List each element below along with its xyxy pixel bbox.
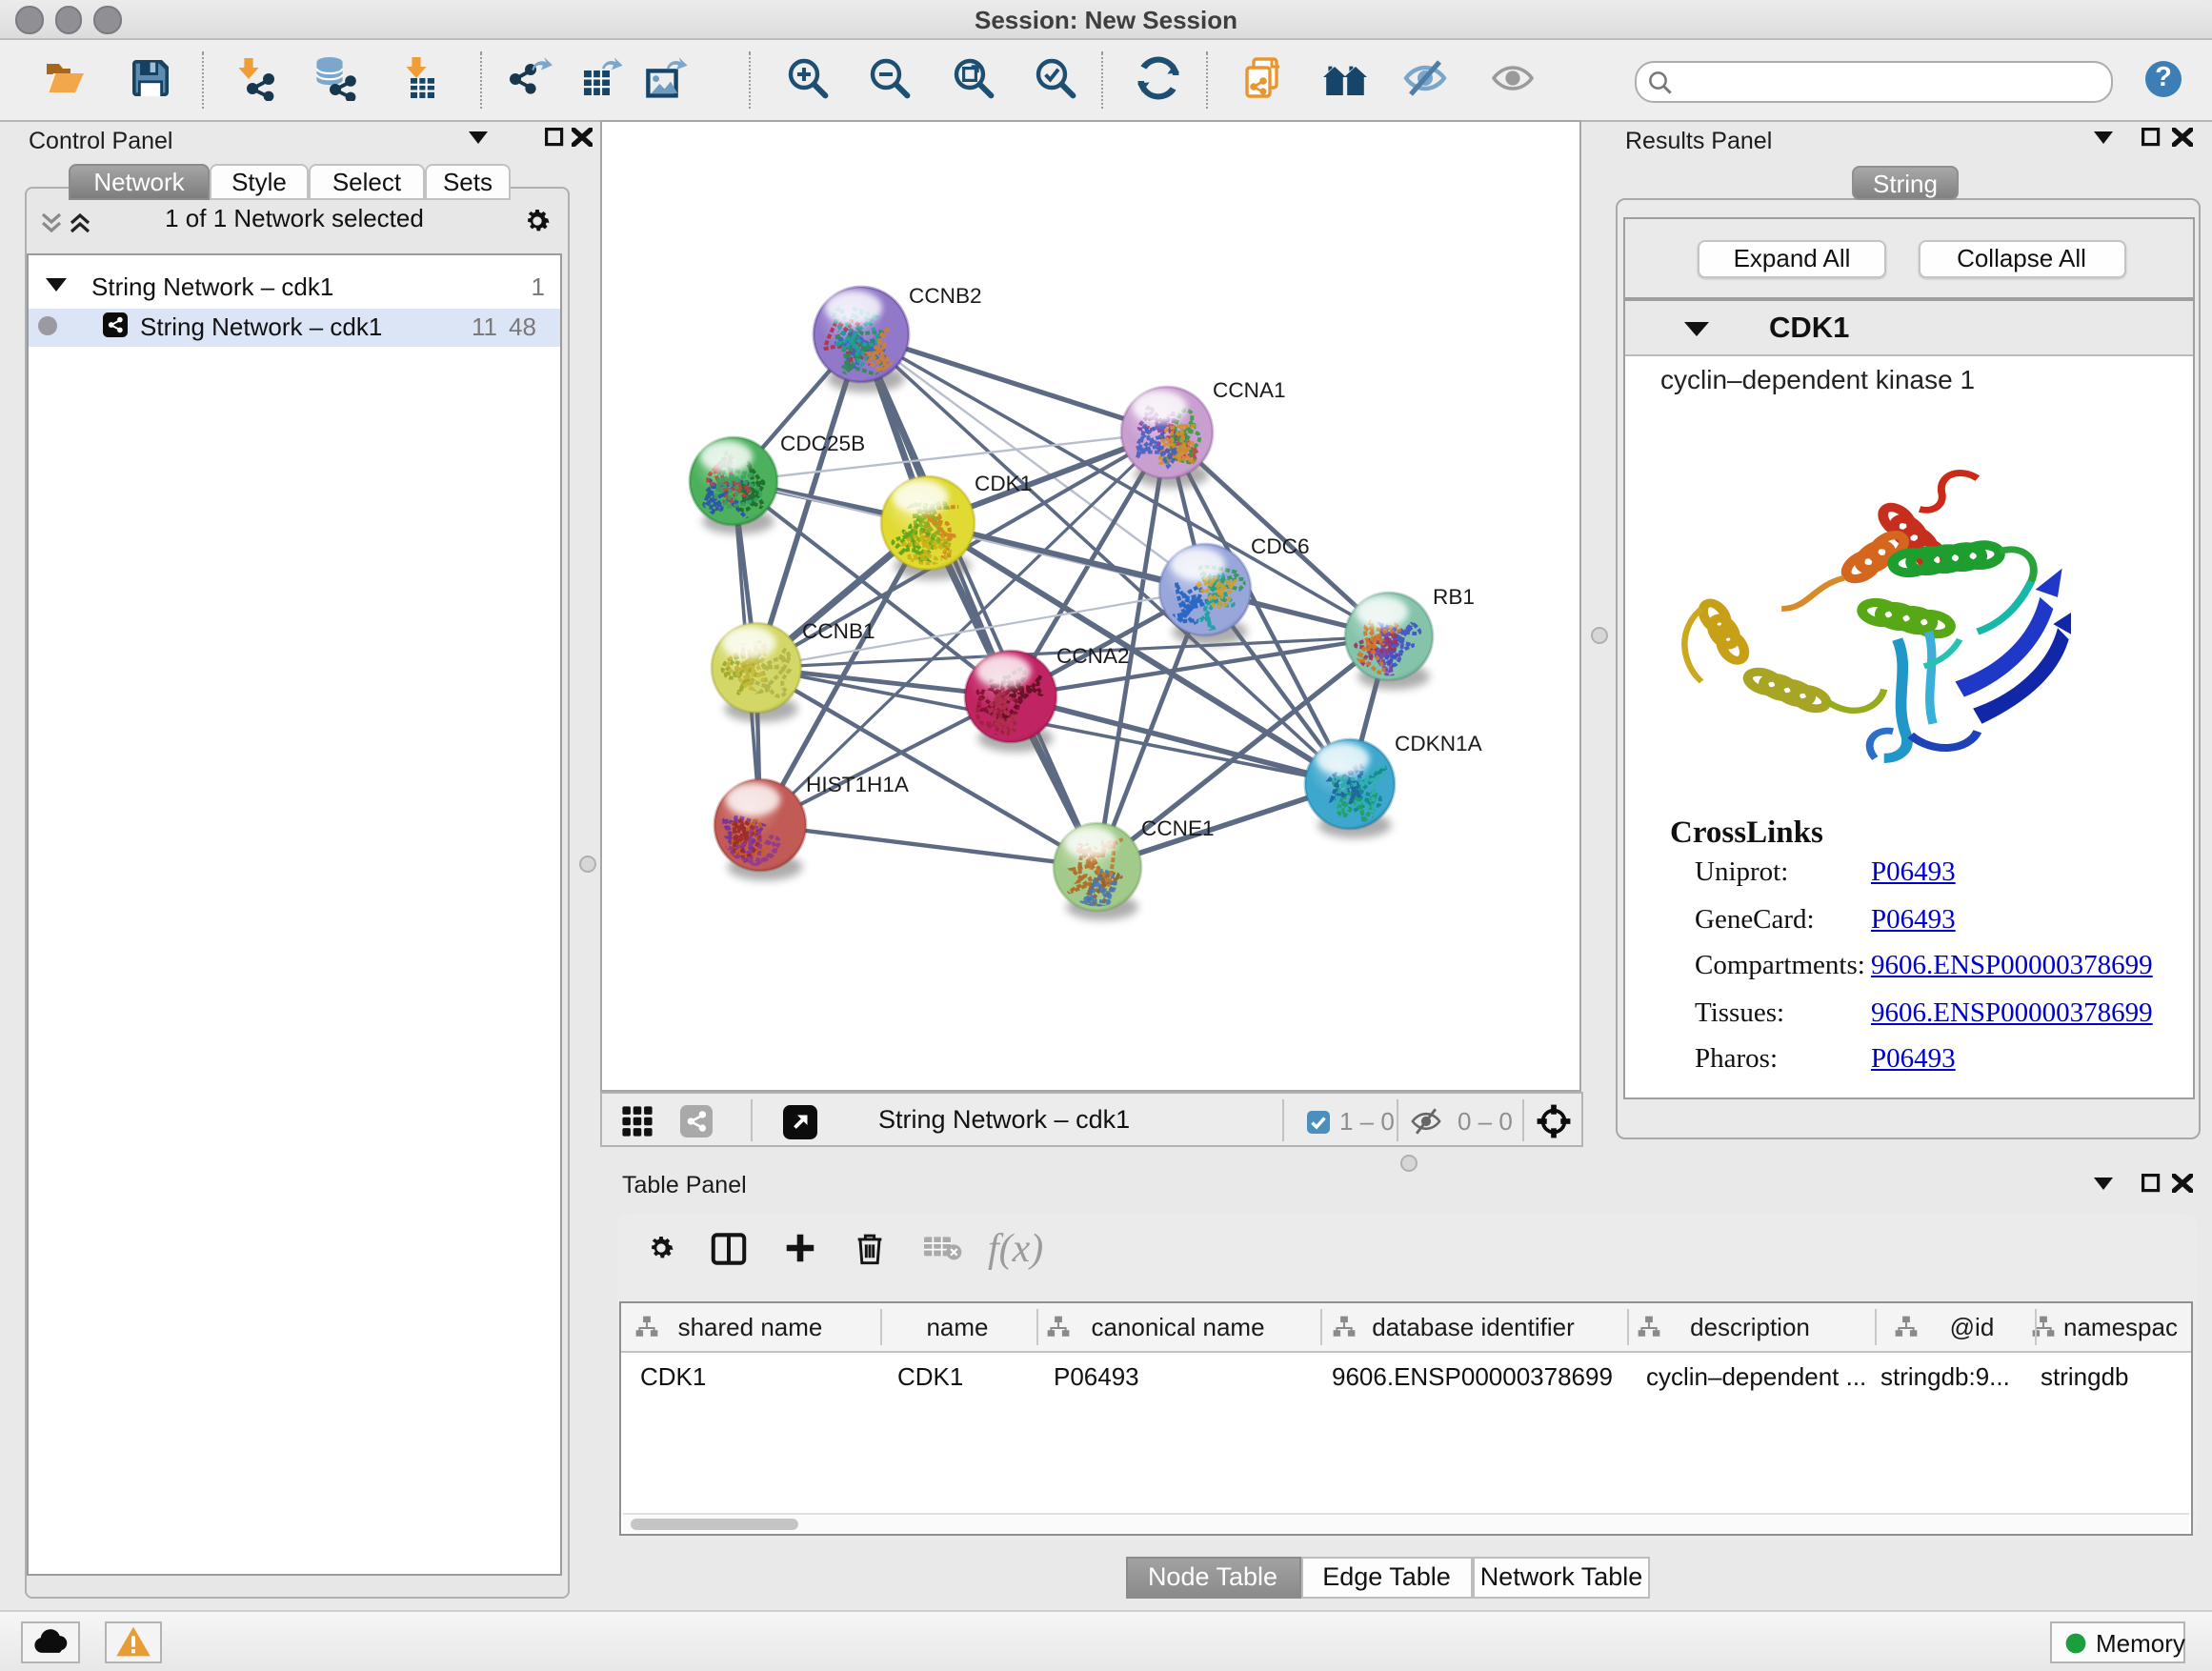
svg-text:CDKN1A: CDKN1A bbox=[1395, 732, 1483, 755]
svg-text:CDK1: CDK1 bbox=[975, 472, 1032, 495]
svg-text:CCNE1: CCNE1 bbox=[1141, 816, 1215, 840]
svg-text:CCNA1: CCNA1 bbox=[1213, 378, 1286, 402]
svg-text:CCNA2: CCNA2 bbox=[1056, 644, 1130, 668]
svg-text:CCNB2: CCNB2 bbox=[909, 284, 982, 308]
svg-text:CDC25B: CDC25B bbox=[780, 432, 865, 455]
svg-text:CCNB1: CCNB1 bbox=[802, 619, 875, 643]
svg-text:RB1: RB1 bbox=[1433, 585, 1475, 609]
svg-text:CDC6: CDC6 bbox=[1251, 534, 1310, 558]
svg-text:HIST1H1A: HIST1H1A bbox=[806, 773, 910, 796]
